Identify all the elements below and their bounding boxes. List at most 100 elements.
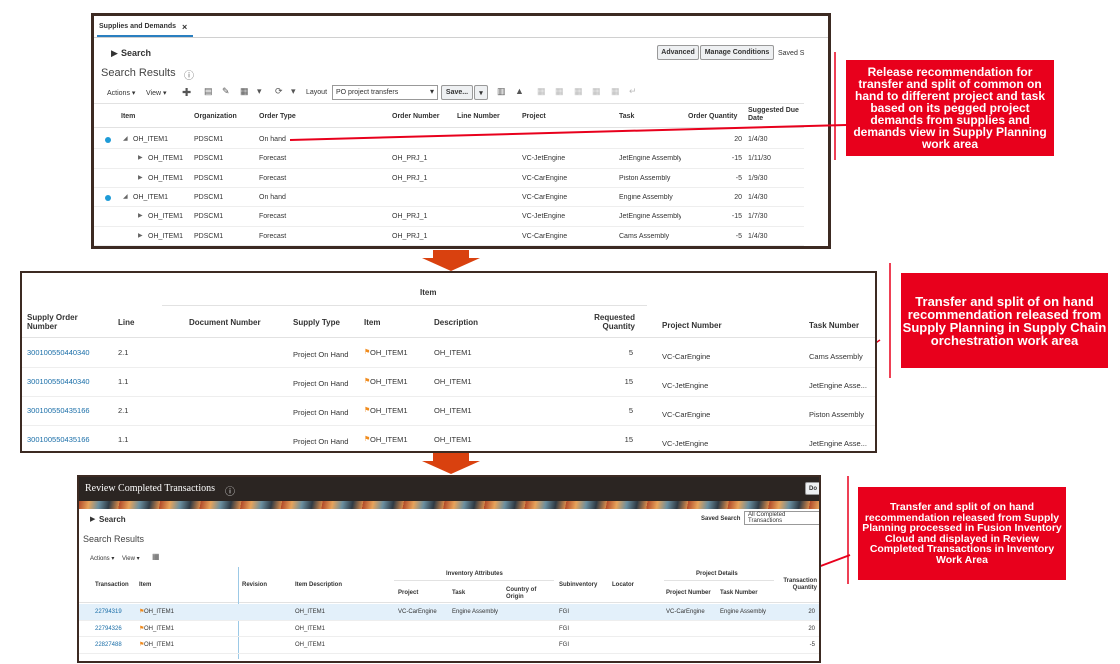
cell-subinventory: FGI bbox=[559, 642, 569, 648]
cell-requested-quantity: 5 bbox=[628, 406, 633, 415]
cell-line: 2.1 bbox=[118, 348, 129, 357]
cell-project: VC-CarEngine bbox=[398, 609, 437, 615]
item-group-header: Item bbox=[420, 288, 437, 297]
saved-search-select[interactable]: All Completed Transactions bbox=[744, 511, 819, 525]
page-title: Review Completed Transactions bbox=[85, 483, 215, 494]
cell-item-description: OH_ITEM1 bbox=[295, 642, 326, 648]
col-transaction-quantity[interactable]: Transaction Quantity bbox=[775, 578, 817, 591]
row-divider bbox=[79, 652, 819, 654]
actions-menu[interactable]: Actions ▾ bbox=[90, 555, 114, 562]
cell-requested-quantity: 5 bbox=[628, 348, 633, 357]
cell-project-number: VC-CarEngine bbox=[666, 609, 705, 615]
col-description[interactable]: Description bbox=[434, 318, 478, 327]
col-item-description[interactable]: Item Description bbox=[295, 582, 342, 588]
col-item[interactable]: Item bbox=[364, 318, 380, 327]
transaction-link[interactable]: 22827488 bbox=[95, 642, 122, 648]
cell-task-number: JetEngine Asse... bbox=[809, 381, 867, 390]
project-details-group: Project Details bbox=[696, 571, 738, 577]
cell-description: OH_ITEM1 bbox=[434, 348, 472, 357]
col-project[interactable]: Project bbox=[398, 590, 418, 596]
col-transaction[interactable]: Transaction bbox=[95, 582, 129, 588]
row-divider bbox=[79, 636, 819, 637]
cell-transaction-quantity: 20 bbox=[808, 625, 815, 632]
supply-order-link[interactable]: 300100550435166 bbox=[27, 435, 90, 444]
cell-requested-quantity: 15 bbox=[624, 377, 633, 386]
cell-project-number: VC-CarEngine bbox=[662, 352, 711, 361]
connector-line-3 bbox=[817, 554, 851, 568]
cell-item: OH_ITEM1 bbox=[144, 642, 175, 648]
col-document-number[interactable]: Document Number bbox=[189, 318, 261, 327]
inventory-attributes-group: Inventory Attributes bbox=[446, 571, 503, 577]
transaction-link[interactable]: 22794326 bbox=[95, 626, 122, 632]
callout-transfer-released: Transfer and split of on hand recommenda… bbox=[901, 273, 1108, 368]
cell-item-description: OH_ITEM1 bbox=[295, 625, 326, 632]
connector-line-1 bbox=[289, 124, 847, 141]
row-divider bbox=[22, 425, 875, 426]
cell-description: OH_ITEM1 bbox=[434, 377, 472, 386]
cell-item: OH_ITEM1 bbox=[370, 348, 408, 357]
row-divider bbox=[22, 367, 875, 368]
supply-order-link[interactable]: 300100550440340 bbox=[27, 348, 90, 357]
cell-task-number: JetEngine Asse... bbox=[809, 439, 867, 448]
cell-line: 1.1 bbox=[118, 377, 129, 386]
supply-order-link[interactable]: 300100550435166 bbox=[27, 406, 90, 415]
cell-project-number: VC-JetEngine bbox=[662, 439, 709, 448]
cell-transaction-quantity: 20 bbox=[808, 609, 815, 615]
cell-item: OH_ITEM1 bbox=[370, 406, 408, 415]
col-supply-type[interactable]: Supply Type bbox=[293, 318, 340, 327]
cell-transaction-quantity: -5 bbox=[809, 642, 815, 648]
col-project-number[interactable]: Project Number bbox=[666, 590, 711, 596]
decorative-banner bbox=[79, 501, 819, 509]
cell-supply-type: Project On Hand bbox=[293, 408, 349, 417]
cell-task-number: Piston Assembly bbox=[809, 410, 865, 419]
col-supply-order-number[interactable]: Supply Order Number bbox=[27, 313, 97, 331]
slide: Supplies and Demands × ▶ Search Advanced… bbox=[0, 0, 1120, 664]
cell-project-number: VC-CarEngine bbox=[662, 410, 711, 419]
cell-requested-quantity: 15 bbox=[624, 435, 633, 444]
cell-task: Engine Assembly bbox=[452, 609, 499, 615]
cell-project-number: VC-JetEngine bbox=[662, 381, 709, 390]
col-revision[interactable]: Revision bbox=[242, 582, 267, 588]
col-project-number[interactable]: Project Number bbox=[662, 321, 722, 330]
supply-order-link[interactable]: 300100550440340 bbox=[27, 377, 90, 386]
review-completed-transactions-panel: Review Completed Transactions ⓘ Do ▶ Sea… bbox=[77, 475, 821, 663]
chevron-right-icon[interactable]: ▶ bbox=[90, 515, 95, 523]
cell-line: 1.1 bbox=[118, 435, 129, 444]
cell-supply-type: Project On Hand bbox=[293, 350, 349, 359]
cell-supply-type: Project On Hand bbox=[293, 437, 349, 446]
search-toggle[interactable]: Search bbox=[99, 515, 126, 524]
callout-text: Release recommendation for transfer and … bbox=[853, 65, 1047, 151]
cell-subinventory: FGI bbox=[559, 625, 569, 632]
cell-item-description: OH_ITEM1 bbox=[295, 609, 326, 615]
cell-item: OH_ITEM1 bbox=[144, 609, 175, 615]
col-item[interactable]: Item bbox=[139, 582, 151, 588]
cell-item: OH_ITEM1 bbox=[370, 377, 408, 386]
down-arrow-1 bbox=[422, 250, 480, 271]
cell-line: 2.1 bbox=[118, 406, 129, 415]
help-icon[interactable]: ⓘ bbox=[225, 483, 235, 498]
cell-item: OH_ITEM1 bbox=[370, 435, 408, 444]
col-requested-quantity[interactable]: Requested Quantity bbox=[570, 313, 635, 331]
view-menu[interactable]: View ▾ bbox=[122, 555, 140, 562]
cell-description: OH_ITEM1 bbox=[434, 406, 472, 415]
cell-description: OH_ITEM1 bbox=[434, 435, 472, 444]
col-task[interactable]: Task bbox=[452, 590, 465, 596]
cell-supply-type: Project On Hand bbox=[293, 379, 349, 388]
col-line[interactable]: Line bbox=[118, 318, 134, 327]
col-country-of-origin[interactable]: Country of Origin bbox=[506, 587, 546, 600]
saved-search-label: Saved Search bbox=[701, 516, 741, 522]
selected-row-highlight bbox=[79, 604, 819, 621]
search-results-title: Search Results bbox=[83, 534, 145, 544]
export-icon[interactable]: ▦ bbox=[152, 552, 160, 561]
col-task-number[interactable]: Task Number bbox=[809, 321, 859, 330]
callout-release-recommendation: Release recommendation for transfer and … bbox=[846, 60, 1054, 156]
done-button[interactable]: Do bbox=[805, 482, 819, 495]
cell-task-number: Cams Assembly bbox=[809, 352, 863, 361]
row-divider bbox=[79, 619, 819, 621]
transaction-link[interactable]: 22794319 bbox=[95, 609, 122, 615]
supply-orchestration-panel: Item Supply Order Number Line Document N… bbox=[20, 271, 877, 453]
col-task-number[interactable]: Task Number bbox=[720, 590, 758, 596]
col-subinventory[interactable]: Subinventory bbox=[559, 582, 597, 588]
callout-text: Transfer and split of on hand recommenda… bbox=[902, 293, 1107, 348]
col-locator[interactable]: Locator bbox=[612, 582, 634, 588]
